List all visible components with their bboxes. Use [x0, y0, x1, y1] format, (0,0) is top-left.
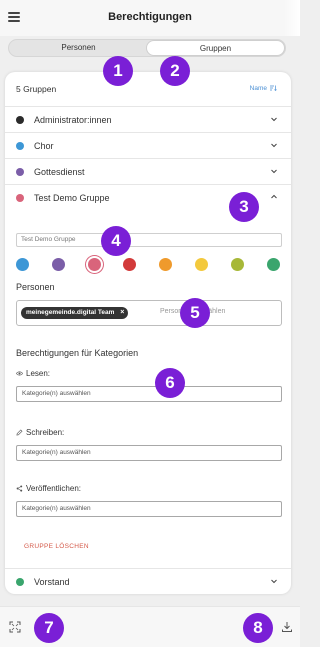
marker-8: 8 [243, 613, 273, 643]
group-name: Test Demo Gruppe [34, 193, 110, 203]
chevron-down-icon [271, 169, 277, 174]
color-swatch-lime[interactable] [231, 258, 244, 271]
group-name-input[interactable]: Test Demo Gruppe [16, 233, 282, 247]
group-color-dot [16, 194, 24, 202]
person-chip-label: meinegemeinde.digital Team [26, 309, 115, 316]
group-color-dot [16, 578, 24, 586]
group-row-administrator[interactable]: Administrator:innen [5, 107, 291, 133]
color-swatch-blue[interactable] [16, 258, 29, 271]
page-title: Berechtigungen [108, 11, 192, 23]
fullscreen-icon[interactable] [9, 621, 21, 633]
group-row-gottesdienst[interactable]: Gottesdienst [5, 159, 291, 185]
read-label: Lesen: [16, 369, 50, 378]
share-icon [16, 485, 23, 492]
persons-select[interactable]: meinegemeinde.digital Team× Personen aus… [16, 300, 282, 326]
sort-icon [270, 85, 277, 92]
edge-fade [284, 0, 300, 36]
group-name: Gottesdienst [34, 167, 85, 177]
read-categories-select[interactable]: Kategorie(n) auswählen [16, 386, 282, 402]
group-name: Vorstand [34, 577, 70, 587]
chip-remove-icon[interactable]: × [120, 307, 124, 319]
marker-5: 5 [180, 298, 210, 328]
group-color-dot [16, 142, 24, 150]
write-label-text: Schreiben: [26, 428, 65, 437]
person-chip: meinegemeinde.digital Team × [21, 307, 129, 319]
top-bar: Berechtigungen [0, 0, 300, 36]
write-categories-select[interactable]: Kategorie(n) auswählen [16, 445, 282, 461]
group-color-dot [16, 168, 24, 176]
group-name: Administrator:innen [34, 115, 112, 125]
color-swatch-red[interactable] [123, 258, 136, 271]
eye-icon [16, 371, 23, 376]
delete-group-button[interactable]: GRUPPE LÖSCHEN [24, 543, 89, 550]
publish-categories-select[interactable]: Kategorie(n) auswählen [16, 501, 282, 517]
marker-6: 6 [155, 368, 185, 398]
write-label: Schreiben: [16, 428, 64, 437]
color-swatch-purple[interactable] [52, 258, 65, 271]
read-label-text: Lesen: [26, 369, 51, 378]
marker-4: 4 [101, 226, 131, 256]
publish-label-text: Veröffentlichen: [26, 484, 82, 493]
publish-label: Veröffentlichen: [16, 484, 81, 493]
download-icon[interactable] [281, 621, 293, 633]
groups-card: 5 Gruppen Name Administrator:innen Chor … [5, 72, 291, 594]
pencil-icon [16, 429, 23, 436]
tab-personen[interactable]: Personen [9, 40, 148, 56]
marker-1: 1 [103, 56, 133, 86]
color-swatch-yellow[interactable] [195, 258, 208, 271]
marker-3: 3 [229, 192, 259, 222]
color-swatch-pink-selected[interactable] [88, 258, 101, 271]
persons-title: Personen [16, 282, 55, 292]
group-color-dot [16, 116, 24, 124]
sort-button[interactable]: Name [250, 85, 277, 92]
color-swatch-orange[interactable] [159, 258, 172, 271]
chevron-down-icon [271, 579, 277, 584]
group-row-vorstand[interactable]: Vorstand [5, 568, 291, 594]
chevron-up-icon [271, 194, 277, 199]
permissions-title: Berechtigungen für Kategorien [16, 348, 139, 358]
sort-label: Name [249, 85, 267, 92]
groups-header: 5 Gruppen Name [5, 72, 291, 107]
view-switch: Personen Gruppen [8, 39, 286, 57]
chevron-down-icon [271, 143, 277, 148]
group-count: 5 Gruppen [16, 84, 57, 94]
marker-2: 2 [160, 56, 190, 86]
chevron-down-icon [271, 117, 277, 122]
marker-7: 7 [34, 613, 64, 643]
tab-gruppen[interactable]: Gruppen [146, 40, 285, 56]
group-row-chor[interactable]: Chor [5, 133, 291, 159]
color-swatch-green[interactable] [267, 258, 280, 271]
group-name: Chor [34, 141, 54, 151]
